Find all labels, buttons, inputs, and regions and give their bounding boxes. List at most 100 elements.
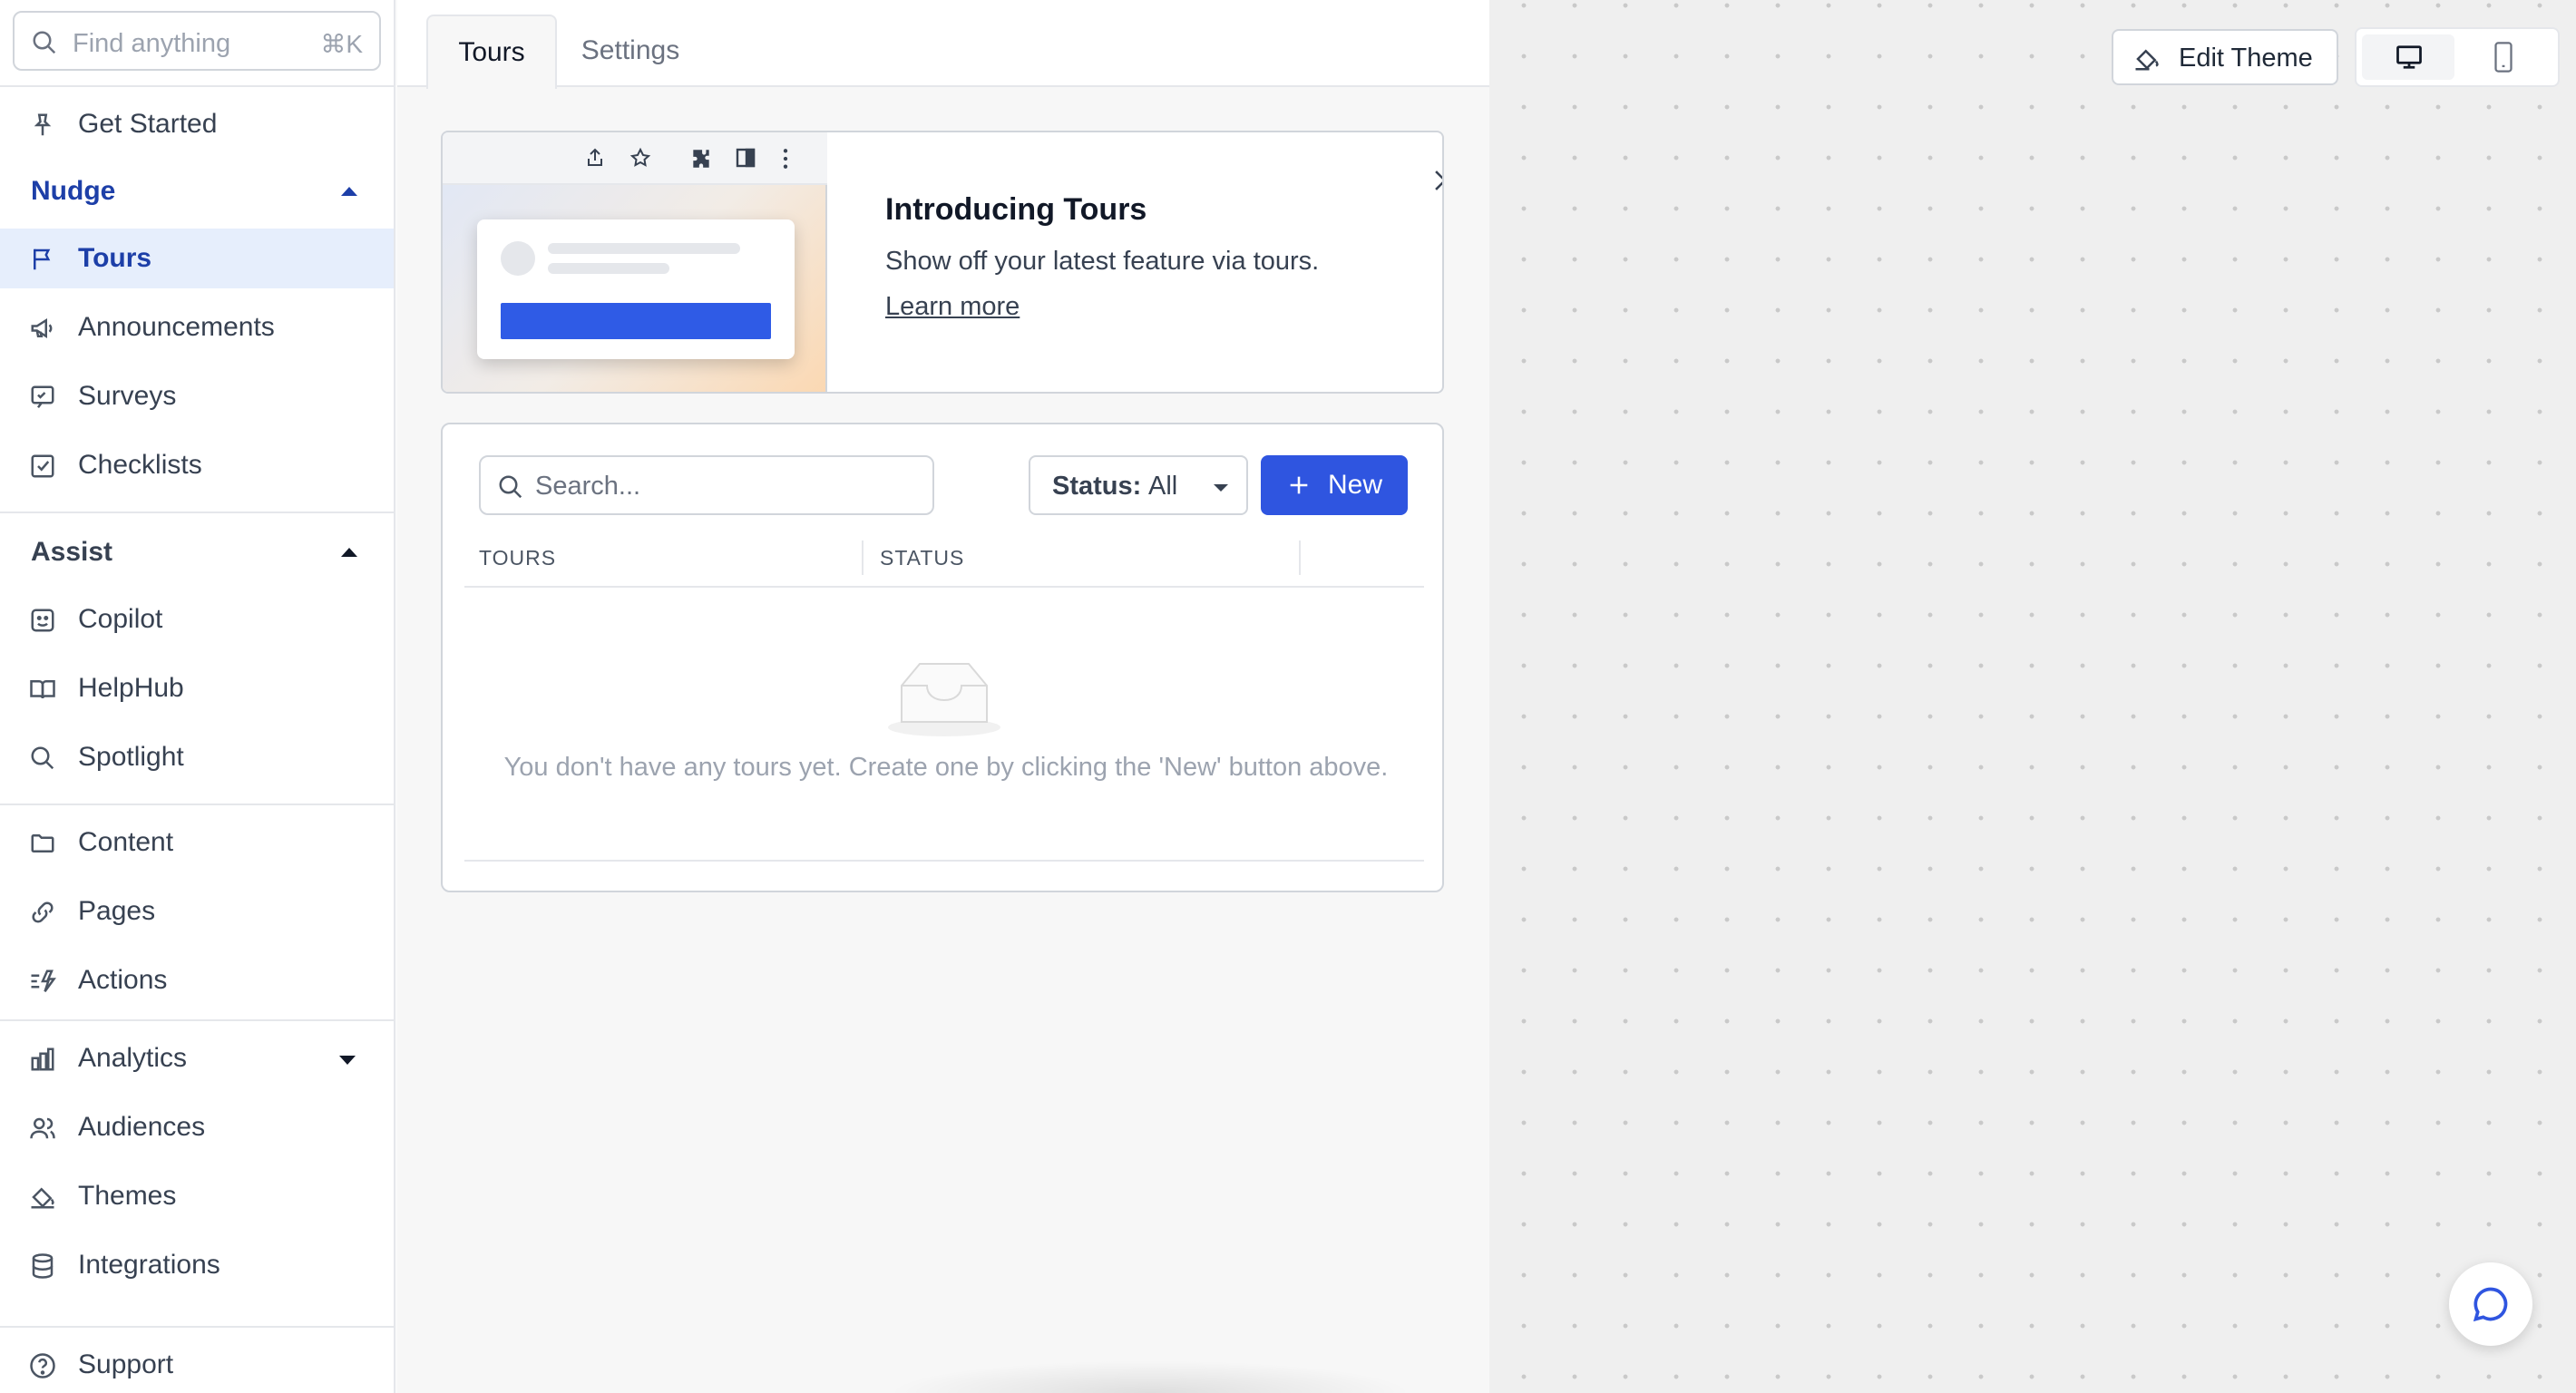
sidebar-item-support[interactable]: Support (0, 1335, 394, 1393)
caret-up-icon (341, 548, 357, 557)
sidebar-item-themes[interactable]: Themes (0, 1166, 394, 1226)
sidebar-item-pages[interactable]: Pages (0, 882, 394, 941)
database-icon (32, 1253, 54, 1279)
sidebar-item-actions[interactable]: Actions (0, 950, 394, 1010)
sidebar-item-label: Integrations (78, 1250, 220, 1280)
sidebar: Find anything ⌘K Get Started Nudge Tours… (0, 0, 395, 1393)
banner-title: Introducing Tours (885, 192, 1147, 227)
table-header-divider (464, 586, 1424, 588)
share-icon (588, 148, 602, 166)
find-anything-placeholder: Find anything (73, 29, 231, 58)
lightning-list-icon (31, 969, 56, 992)
folder-icon (31, 834, 54, 852)
search-icon (499, 475, 522, 499)
sidebar-item-surveys[interactable]: Surveys (0, 366, 394, 426)
puzzle-icon (693, 150, 709, 168)
divider (0, 85, 395, 87)
avatar-placeholder (501, 241, 535, 276)
sidebar-item-label: Analytics (78, 1043, 188, 1073)
link-icon (32, 901, 54, 923)
divider (0, 1326, 395, 1328)
column-divider (1299, 541, 1301, 575)
help-circle-icon (30, 1353, 55, 1378)
sidebar-item-label: Support (78, 1349, 174, 1379)
sidebar-item-integrations[interactable]: Integrations (0, 1235, 394, 1295)
sidebar-item-label: Themes (78, 1181, 177, 1211)
sidebar-item-label: Pages (78, 896, 156, 926)
mobile-view-toggle[interactable] (2493, 42, 2514, 73)
caret-up-icon (341, 187, 357, 196)
browser-toolbar-illustration (443, 132, 827, 185)
section-nudge-toggle[interactable]: Nudge (0, 161, 394, 221)
sidebar-item-label: HelpHub (78, 673, 184, 703)
plus-icon (1290, 476, 1308, 494)
tours-list-panel: Search... Status: All New TOURS STATUS Y… (441, 423, 1444, 892)
desktop-view-toggle[interactable] (2362, 34, 2454, 80)
sidebar-item-get-started[interactable]: Get Started (0, 94, 394, 154)
text-placeholder (548, 263, 669, 274)
column-divider (862, 541, 864, 575)
sidebar-item-label: Spotlight (78, 742, 184, 772)
status-filter-select[interactable]: Status: All (1029, 455, 1248, 515)
learn-more-link[interactable]: Learn more (885, 292, 1020, 322)
divider (0, 1019, 395, 1021)
edit-theme-button[interactable]: Edit Theme (2112, 29, 2338, 85)
sidebar-item-helphub[interactable]: HelpHub (0, 658, 394, 718)
sidebar-item-announcements[interactable]: Announcements (0, 297, 394, 357)
survey-chat-icon (31, 385, 54, 408)
checkbox-icon (31, 454, 54, 478)
section-label: Nudge (31, 176, 116, 206)
pin-icon (34, 113, 52, 136)
tooltip-card-illustration (477, 219, 795, 359)
sidebar-item-label: Actions (78, 965, 168, 995)
status-filter-key: Status: (1052, 472, 1142, 501)
empty-inbox-icon (888, 663, 1000, 736)
sidebar-item-content[interactable]: Content (0, 813, 394, 872)
text-placeholder (548, 243, 740, 254)
find-anything-input[interactable]: Find anything ⌘K (13, 11, 381, 71)
close-icon[interactable] (1429, 165, 1444, 196)
new-button-label: New (1328, 470, 1383, 500)
sidebar-item-checklists[interactable]: Checklists (0, 435, 394, 495)
sidebar-item-label: Checklists (78, 450, 202, 480)
chat-launcher-button[interactable] (2449, 1262, 2532, 1346)
sidebar-item-label: Get Started (78, 109, 218, 139)
tab-tours[interactable]: Tours (426, 15, 557, 89)
tab-settings[interactable]: Settings (564, 15, 697, 87)
new-tour-button[interactable]: New (1261, 455, 1408, 515)
keyboard-shortcut: ⌘K (320, 30, 363, 58)
sidebar-item-copilot[interactable]: Copilot (0, 589, 394, 649)
caret-down-icon (339, 1056, 356, 1065)
search-icon (33, 31, 56, 54)
flag-icon (34, 248, 51, 270)
main-panel: Tours Settings Introducing Tours Show of… (397, 0, 1489, 1393)
section-label: Assist (31, 537, 113, 567)
column-header-status[interactable]: STATUS (880, 546, 964, 570)
bar-chart-icon (31, 1047, 54, 1071)
sidebar-item-audiences[interactable]: Audiences (0, 1097, 394, 1157)
chat-bubble-icon (2473, 1287, 2508, 1322)
button-placeholder (501, 303, 771, 339)
users-icon (30, 1117, 55, 1139)
table-footer-divider (464, 860, 1424, 862)
sidebar-item-analytics[interactable]: Analytics (0, 1028, 394, 1088)
sidebar-item-label: Surveys (78, 381, 177, 411)
divider (0, 804, 395, 805)
sidebar-item-label: Tours (78, 243, 152, 273)
tour-illustration (443, 132, 827, 392)
section-assist-toggle[interactable]: Assist (0, 522, 394, 582)
intro-banner: Introducing Tours Show off your latest f… (441, 131, 1444, 394)
tours-search-input[interactable]: Search... (479, 455, 934, 515)
sidebar-item-spotlight[interactable]: Spotlight (0, 727, 394, 787)
sidebar-item-tours[interactable]: Tours (0, 229, 394, 288)
copilot-icon (31, 609, 54, 632)
paint-bucket-icon (2135, 49, 2159, 71)
sidebar-item-label: Announcements (78, 312, 275, 342)
status-filter-value: All (1148, 472, 1178, 501)
paint-bucket-icon (31, 1187, 54, 1209)
column-header-tours[interactable]: TOURS (479, 546, 556, 570)
more-vertical-icon (783, 149, 788, 169)
monitor-icon (2396, 45, 2422, 69)
sidebar-item-label: Content (78, 827, 174, 857)
sidepanel-icon (736, 148, 756, 168)
